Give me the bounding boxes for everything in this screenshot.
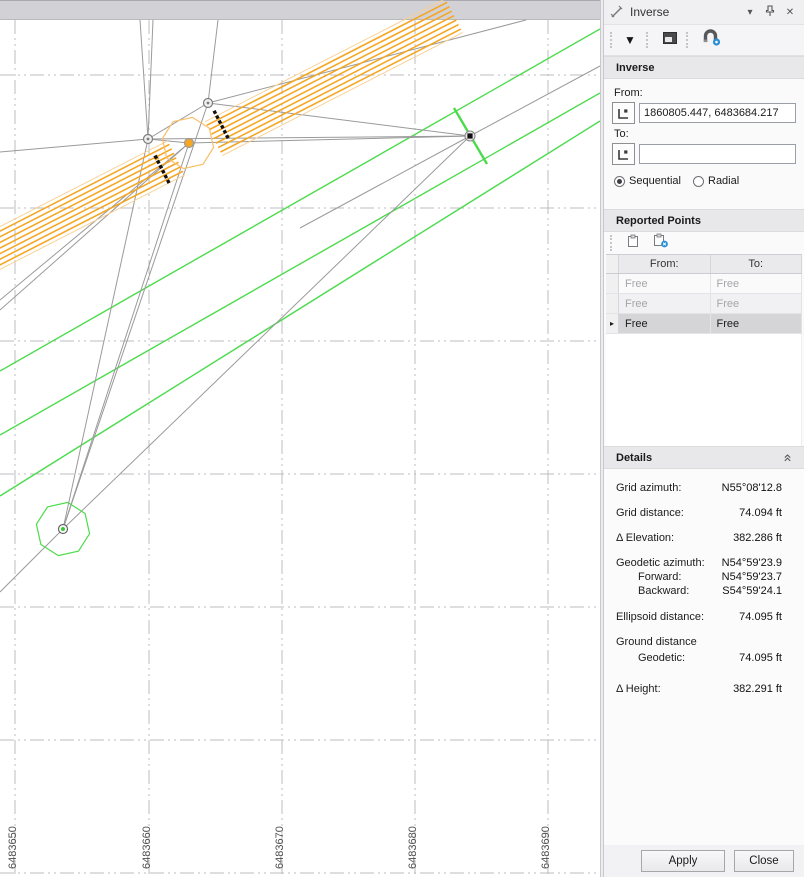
column-to[interactable]: To: bbox=[711, 255, 802, 273]
detail-value: 74.095 ft bbox=[739, 611, 782, 623]
detail-label: Geodetic: bbox=[638, 652, 686, 664]
detail-value: 382.286 ft bbox=[733, 532, 782, 544]
detail-label: Ellipsoid distance: bbox=[616, 611, 705, 623]
reported-points-toolbar bbox=[604, 232, 804, 254]
chevron-down-icon[interactable]: ▾ bbox=[742, 7, 758, 18]
corridor-lines bbox=[0, 28, 601, 497]
map-view[interactable]: 6483650 6483660 6483670 6483680 6483690 bbox=[0, 0, 601, 877]
axis-label: 6483670 bbox=[274, 826, 286, 869]
inverse-measure-icon bbox=[610, 5, 623, 18]
inverse-panel: Inverse ▾ ✕ ▼ Inverse From: 1860805.447,… bbox=[604, 0, 804, 877]
detail-label: Grid distance: bbox=[616, 507, 684, 519]
detail-label: Geodetic azimuth: bbox=[616, 557, 705, 569]
survey-point-orange bbox=[183, 137, 195, 149]
copy-table-icon[interactable] bbox=[626, 234, 640, 253]
inverse-form: From: To: Sequential Radial bbox=[604, 79, 804, 193]
select-window-icon[interactable] bbox=[662, 31, 678, 50]
detail-label: Grid azimuth: bbox=[616, 482, 682, 494]
collapse-icon[interactable] bbox=[783, 453, 792, 462]
axis-label: 6483660 bbox=[141, 826, 153, 869]
detail-value: N54°59'23.7 bbox=[721, 571, 782, 583]
apply-button[interactable]: Apply bbox=[641, 850, 725, 872]
inverse-section-header: Inverse bbox=[604, 56, 804, 79]
current-row-marker-icon: ▸ bbox=[609, 318, 614, 328]
toolbar-grip bbox=[645, 32, 651, 48]
detail-label: Δ Height: bbox=[616, 683, 661, 695]
toolbar-grip bbox=[610, 235, 615, 251]
column-from[interactable]: From: bbox=[619, 255, 711, 273]
snap-magnet-icon[interactable] bbox=[702, 29, 722, 51]
close-icon[interactable]: ✕ bbox=[782, 7, 798, 18]
detail-value: N54°59'23.9 bbox=[721, 557, 782, 569]
detail-value: 74.094 ft bbox=[739, 507, 782, 519]
reported-points-header: Reported Points bbox=[604, 209, 804, 232]
to-input[interactable] bbox=[639, 144, 796, 164]
to-point-picker-button[interactable] bbox=[612, 143, 635, 165]
details-body: Grid azimuth: N55°08'12.8 Grid distance: 7… bbox=[604, 469, 804, 845]
toolbar-grip bbox=[610, 32, 615, 48]
table-row-selected[interactable]: ▸ Free Free bbox=[606, 314, 802, 334]
panel-toolbar: ▼ bbox=[604, 25, 804, 56]
axis-label: 6483650 bbox=[7, 826, 19, 869]
detail-value: 74.095 ft bbox=[739, 652, 782, 664]
detail-label: Forward: bbox=[638, 571, 682, 583]
options-dropdown-icon[interactable]: ▼ bbox=[620, 33, 644, 47]
table-row[interactable]: Free Free bbox=[606, 294, 802, 314]
detail-label: Ground distance bbox=[616, 636, 697, 648]
from-input[interactable] bbox=[639, 103, 796, 123]
detail-value: N55°08'12.8 bbox=[721, 482, 782, 494]
pin-icon[interactable] bbox=[762, 4, 778, 20]
detail-value: 382.291 ft bbox=[733, 683, 782, 695]
detail-label: Δ Elevation: bbox=[616, 532, 675, 544]
x-axis-labels: 6483650 6483660 6483670 6483680 6483690 bbox=[7, 826, 552, 869]
clear-table-icon[interactable] bbox=[652, 233, 669, 253]
panel-button-bar: Apply Close bbox=[604, 845, 804, 877]
alignment-band bbox=[0, 0, 463, 279]
panel-title: Inverse bbox=[630, 5, 670, 19]
to-label: To: bbox=[614, 128, 629, 140]
toolbar-grip bbox=[685, 32, 691, 48]
close-button[interactable]: Close bbox=[734, 850, 794, 872]
details-section-header[interactable]: Details bbox=[604, 446, 804, 469]
table-row[interactable]: Free Free bbox=[606, 274, 802, 294]
from-point-picker-button[interactable] bbox=[612, 102, 635, 124]
radio-sequential[interactable]: Sequential bbox=[614, 175, 681, 187]
panel-titlebar: Inverse ▾ ✕ bbox=[604, 0, 804, 25]
radio-circle bbox=[693, 175, 704, 187]
from-label: From: bbox=[614, 87, 643, 99]
radio-circle bbox=[614, 175, 625, 187]
map-topbar bbox=[0, 0, 600, 19]
survey-points[interactable] bbox=[57, 97, 476, 535]
table-header-row: From: To: bbox=[606, 255, 802, 274]
radio-radial[interactable]: Radial bbox=[693, 175, 739, 187]
axis-label: 6483680 bbox=[407, 826, 419, 869]
detail-value: S54°59'24.1 bbox=[722, 585, 782, 597]
axis-label: 6483690 bbox=[540, 826, 552, 869]
detail-label: Backward: bbox=[638, 585, 690, 597]
reported-points-table[interactable]: From: To: Free Free Free Free ▸ Free Fre… bbox=[606, 254, 802, 334]
